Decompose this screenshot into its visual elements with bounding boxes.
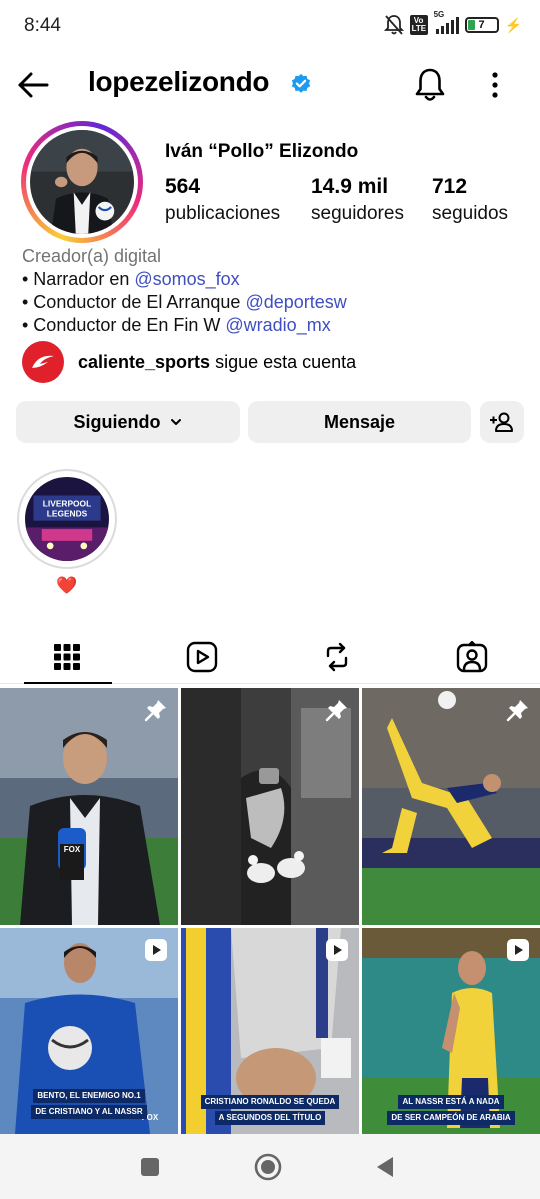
stat-following[interactable]: 712 seguidos	[432, 175, 508, 225]
charging-icon: ⚡	[504, 16, 522, 33]
followed-by-account[interactable]: caliente_sports	[78, 352, 210, 372]
post-caption-line: BENTO, EL ENEMIGO NO.1	[33, 1089, 145, 1103]
post-caption: BENTO, EL ENEMIGO NO.1 DE CRISTIANO Y AL…	[0, 1088, 178, 1120]
stat-followers-label: seguidores	[311, 203, 404, 224]
profile-bio: Creador(a) digital • Narrador en @somos_…	[22, 245, 347, 337]
more-vertical-icon[interactable]	[482, 68, 508, 102]
volte-badge: Vo LTE	[409, 15, 428, 35]
tab-reels[interactable]	[157, 630, 247, 684]
following-button[interactable]: Siguiendo	[16, 401, 240, 443]
battery-icon: 7	[464, 17, 499, 33]
profile-display-name: Iván “Pollo” Elizondo	[165, 141, 359, 162]
stat-posts-number: 564	[165, 175, 201, 198]
system-nav-bar	[0, 1134, 540, 1199]
status-bar: 8:44 Vo LTE 5G 7 ⚡	[0, 0, 540, 54]
avatar	[30, 130, 134, 234]
post-caption: CRISTIANO RONALDO SE QUEDA A SEGUNDOS DE…	[181, 1094, 359, 1126]
highlight-cover-text: LEGENDS	[47, 508, 88, 518]
tab-reposts[interactable]	[292, 630, 382, 684]
profile-category: Creador(a) digital	[22, 246, 162, 266]
grid-icon	[54, 644, 80, 670]
add-user-button[interactable]	[480, 401, 524, 443]
post-caption-line: CRISTIANO RONALDO SE QUEDA	[200, 1095, 340, 1109]
tab-grid[interactable]	[22, 630, 112, 684]
post-caption-line: AL NASSR ESTÁ A NADA	[398, 1095, 504, 1109]
post-image	[362, 688, 540, 925]
reel-icon	[507, 939, 529, 961]
bell-icon[interactable]	[412, 66, 448, 104]
pin-icon	[144, 700, 166, 722]
followed-by-row[interactable]: caliente_sports sigue esta cuenta	[22, 341, 356, 383]
followed-by-text: caliente_sports sigue esta cuenta	[78, 352, 356, 373]
repost-icon	[326, 642, 348, 672]
bio-line-text: • Narrador en	[22, 269, 135, 289]
post-tile[interactable]: CRISTIANO RONALDO SE QUEDA A SEGUNDOS DE…	[181, 928, 359, 1165]
stat-following-number: 712	[432, 175, 468, 198]
post-tile[interactable]	[362, 688, 540, 925]
post-image	[181, 688, 359, 925]
post-caption-line: DE CRISTIANO Y AL NASSR	[31, 1105, 147, 1119]
stat-posts[interactable]: 564 publicaciones	[165, 175, 280, 225]
post-tile[interactable]: FOX BENTO, EL ENEMIGO NO.1 DE CRISTIANO …	[0, 928, 178, 1165]
stat-followers[interactable]: 14.9 mil seguidores	[311, 175, 404, 225]
posts-grid: FOX FOX BENTO, EL ENEMIGO NO.1 DE CRISTI…	[0, 688, 540, 1134]
network-type: 5G	[433, 10, 445, 19]
stat-followers-number: 14.9 mil	[311, 175, 389, 198]
bio-line: • Conductor de El Arranque @deportesw	[22, 291, 347, 314]
status-time: 8:44	[24, 15, 61, 36]
profile-avatar-story-ring[interactable]	[21, 121, 143, 243]
message-button-label: Mensaje	[323, 411, 396, 432]
post-caption-line: DE SER CAMPEÓN DE ARABIA	[387, 1111, 515, 1125]
following-button-label: Siguiendo	[73, 411, 161, 432]
triangle-back-icon[interactable]	[371, 1152, 401, 1182]
profile-tabs	[0, 630, 540, 684]
bio-line-text: • Conductor de En Fin W	[22, 315, 226, 335]
post-tile[interactable]: AL NASSR ESTÁ A NADA DE SER CAMPEÓN DE A…	[362, 928, 540, 1165]
post-tile[interactable]	[181, 688, 359, 925]
circle-home-icon[interactable]	[253, 1152, 283, 1182]
followed-by-suffix: sigue esta cuenta	[215, 351, 357, 372]
post-image-text: FOX	[64, 845, 81, 854]
highlight-label: ❤️	[56, 576, 78, 595]
reel-icon	[145, 939, 167, 961]
stat-posts-label: publicaciones	[165, 203, 281, 224]
arrow-left-icon[interactable]	[16, 68, 50, 102]
status-icons: Vo LTE 5G 7 ⚡	[383, 10, 522, 36]
post-image: FOX	[0, 688, 178, 925]
bio-mention-link[interactable]: @somos_fox	[134, 269, 239, 289]
chevron-down-icon	[170, 419, 181, 425]
bio-line: • Narrador en @somos_fox	[22, 268, 347, 291]
stat-following-label: seguidos	[432, 203, 509, 224]
profile-username: lopezelizondo	[88, 66, 270, 97]
story-highlight[interactable]: LIVERPOOL LEGENDS	[17, 469, 117, 569]
muted-bell-icon	[383, 15, 404, 35]
highlight-cover-text: LIVERPOOL	[43, 498, 91, 508]
active-tab-indicator	[24, 682, 112, 684]
highlight-cover-image: LIVERPOOL LEGENDS	[25, 477, 109, 561]
post-caption: AL NASSR ESTÁ A NADA DE SER CAMPEÓN DE A…	[362, 1094, 540, 1126]
signal-icon: 5G	[434, 10, 459, 34]
pin-icon	[325, 700, 347, 722]
post-tile[interactable]: FOX	[0, 688, 178, 925]
profile-header: lopezelizondo	[0, 60, 540, 110]
message-button[interactable]: Mensaje	[248, 401, 471, 443]
battery-level: 7	[478, 19, 485, 31]
add-user-icon	[490, 412, 513, 432]
tagged-icon	[456, 641, 488, 673]
reel-icon	[326, 939, 348, 961]
reels-icon	[186, 641, 218, 673]
verified-badge-icon	[291, 73, 311, 93]
bio-line: • Conductor de En Fin W @wradio_mx	[22, 314, 347, 337]
tab-tagged[interactable]	[427, 630, 517, 684]
pin-icon	[506, 700, 528, 722]
bio-mention-link[interactable]: @deportesw	[245, 292, 346, 312]
bio-mention-link[interactable]: @wradio_mx	[225, 315, 330, 335]
bio-line-text: • Conductor de El Arranque	[22, 292, 246, 312]
square-icon[interactable]	[135, 1152, 165, 1182]
post-caption-line: A SEGUNDOS DEL TÍTULO	[214, 1111, 326, 1125]
caliente-logo-icon	[22, 341, 64, 383]
